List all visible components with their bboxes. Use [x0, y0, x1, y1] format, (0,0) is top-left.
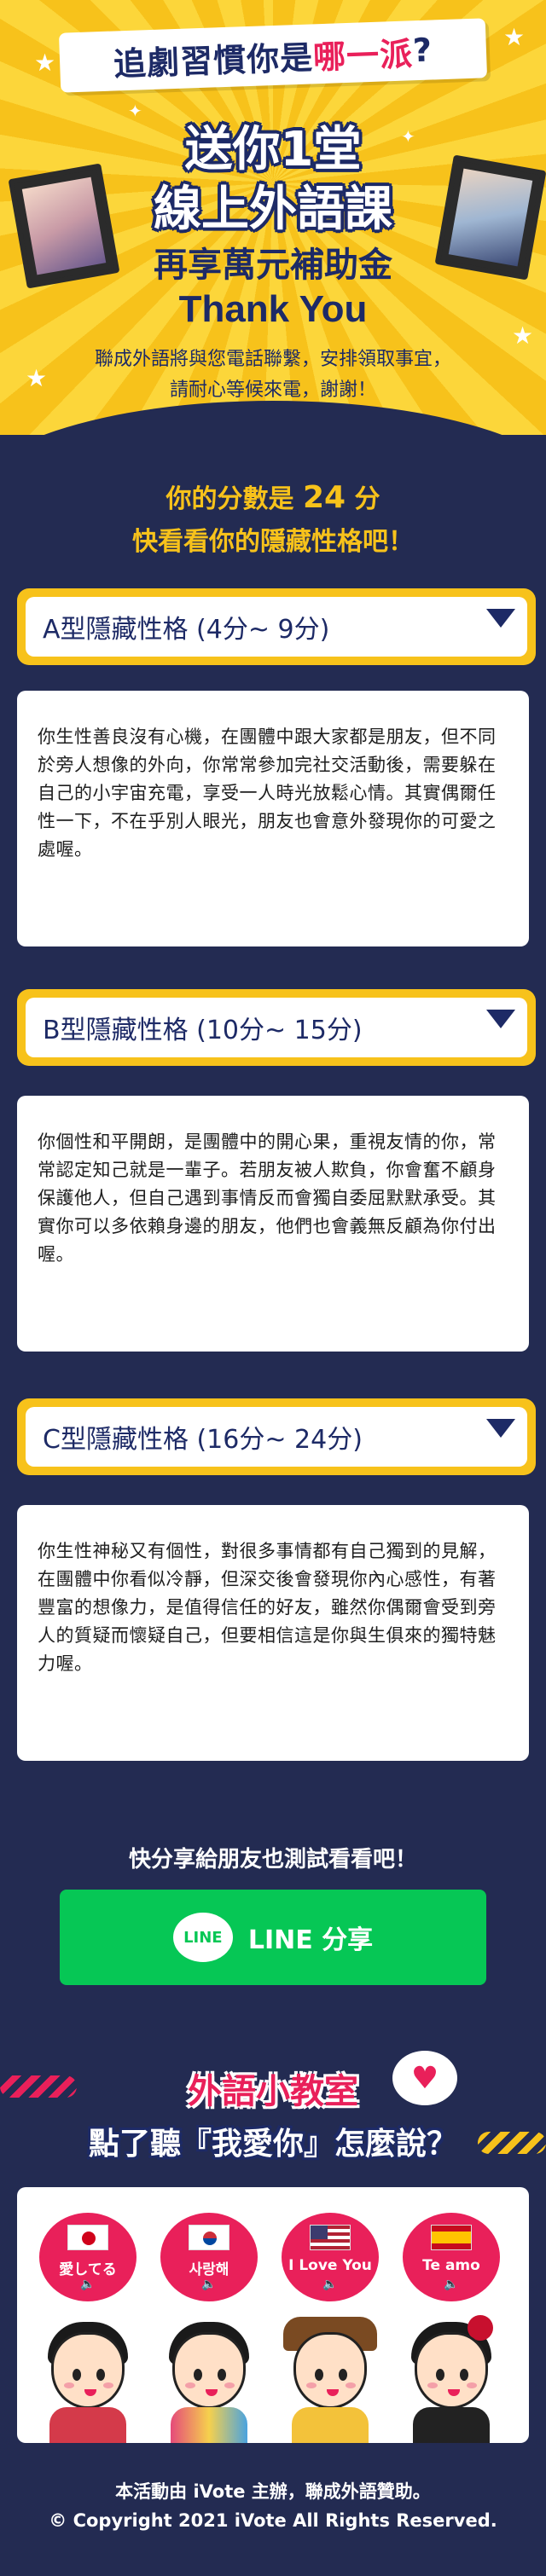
star-icon: ★	[503, 23, 526, 51]
chevron-down-icon[interactable]	[486, 1010, 515, 1028]
phrase-bubble[interactable]: 愛してる 🔈	[39, 2213, 136, 2301]
language-card-japanese[interactable]: 愛してる 🔈	[32, 2213, 143, 2443]
phrase-bubble[interactable]: 사랑해 🔈	[160, 2213, 258, 2301]
footer-sponsor: 本活動由 iVote 主辦，聯成外語贊助。	[115, 2481, 431, 2502]
speaker-icon[interactable]: 🔈	[403, 2278, 500, 2291]
score-suffix: 分	[354, 484, 380, 514]
hero-banner: ★ ★ ★ ★ ✦ ✦ 追劇習慣你是 哪一派? 送你1堂 線上外語課 再享萬元補助…	[0, 0, 546, 435]
dress	[413, 2407, 490, 2443]
headline-line-1: 送你1堂	[184, 122, 362, 177]
score-prefix: 你的分數是	[166, 484, 294, 514]
type-b-description: 你個性和平開朗，是團體中的開心果，重視友情的你，常常認定知己就是一輩子。若朋友被…	[17, 1096, 529, 1352]
chevron-down-icon[interactable]	[486, 1419, 515, 1438]
phrase-bubble[interactable]: Te amo 🔈	[403, 2213, 500, 2301]
phrase-text: I Love You	[288, 2257, 372, 2274]
contact-notice: 聯成外語將與您電話聯繫，安排領取事宜， 請耐心等候來電，謝謝！	[0, 344, 546, 406]
notice-line-1: 聯成外語將與您電話聯繫，安排領取事宜，	[94, 349, 451, 370]
spain-flag-icon	[431, 2225, 472, 2250]
language-card-korean[interactable]: 사랑해 🔈	[154, 2213, 264, 2443]
banner-suffix: ?	[412, 31, 433, 70]
thank-you-text: Thank You	[178, 288, 368, 330]
type-a-header[interactable]: A型隱藏性格 (4分~ 9分)	[17, 588, 536, 665]
type-b-title: B型隱藏性格 (10分~ 15分)	[26, 998, 527, 1057]
korea-flag-icon	[189, 2225, 229, 2250]
classroom-subtitle: 點了聽『我愛你』怎麼說？	[88, 2127, 457, 2162]
type-b-header[interactable]: B型隱藏性格 (10分~ 15分)	[17, 989, 536, 1066]
type-a-description: 你生性善良沒有心機，在團體中跟大家都是朋友，但不同於旁人想像的外向，你常常參加完…	[17, 691, 529, 946]
footer: 本活動由 iVote 主辦，聯成外語贊助。 © Copyright 2021 i…	[0, 2477, 546, 2535]
line-share-button[interactable]: LINE LINE 分享	[60, 1890, 486, 1985]
hero-curve	[0, 401, 546, 435]
phrase-bubble[interactable]: I Love You 🔈	[282, 2213, 379, 2301]
hanbok	[171, 2407, 247, 2443]
score-line: 你的分數是 24 分	[0, 478, 546, 515]
line-share-label: LINE 分享	[247, 1925, 374, 1955]
kimono	[49, 2407, 126, 2443]
classroom-title: 外語小教室	[188, 2072, 358, 2111]
phrase-text: Te amo	[422, 2257, 480, 2274]
banner-text: 追劇習慣你是	[113, 38, 314, 84]
heart-icon: ♥	[392, 2051, 457, 2105]
outfit	[292, 2407, 369, 2443]
line-logo-icon: LINE	[172, 1913, 233, 1962]
type-c-description: 你生性神秘又有個性，對很多事情都有自己獨到的見解，在團體中你看似冷靜，但深交後會…	[17, 1505, 529, 1761]
headline-line-2: 線上外語課	[154, 182, 392, 237]
language-panel: 愛してる 🔈 사랑해 🔈 I Love You 🔈 Te amo 🔈	[17, 2187, 529, 2443]
face	[293, 2332, 367, 2409]
japan-flag-icon	[67, 2225, 108, 2250]
face	[51, 2332, 125, 2409]
score-value: 24	[302, 480, 346, 515]
phrase-text: 愛してる	[59, 2261, 117, 2278]
speaker-icon[interactable]: 🔈	[39, 2278, 136, 2291]
face	[172, 2332, 246, 2409]
type-a-title: A型隱藏性格 (4分~ 9分)	[26, 597, 527, 657]
banner-highlight: 哪一派	[312, 34, 414, 76]
phrase-text: 사랑해	[189, 2261, 229, 2278]
speaker-icon[interactable]: 🔈	[282, 2278, 379, 2291]
quiz-title-banner: 追劇習慣你是 哪一派?	[58, 18, 488, 93]
share-prompt: 快分享給朋友也測試看看吧！	[128, 1847, 417, 1873]
face	[415, 2332, 488, 2409]
speaker-icon[interactable]: 🔈	[160, 2278, 258, 2291]
usa-flag-icon	[310, 2225, 351, 2250]
language-card-english[interactable]: I Love You 🔈	[275, 2213, 386, 2443]
footer-copyright: © Copyright 2021 iVote All Rights Reserv…	[49, 2510, 497, 2531]
score-subtitle: 快看看你的隱藏性格吧！	[132, 527, 414, 557]
type-c-title: C型隱藏性格 (16分~ 24分)	[26, 1407, 527, 1467]
language-card-spanish[interactable]: Te amo 🔈	[396, 2213, 507, 2443]
star-icon: ★	[34, 49, 56, 77]
type-c-header[interactable]: C型隱藏性格 (16分~ 24分)	[17, 1398, 536, 1475]
chevron-down-icon[interactable]	[486, 609, 515, 628]
subheadline: 再享萬元補助金	[154, 246, 392, 285]
